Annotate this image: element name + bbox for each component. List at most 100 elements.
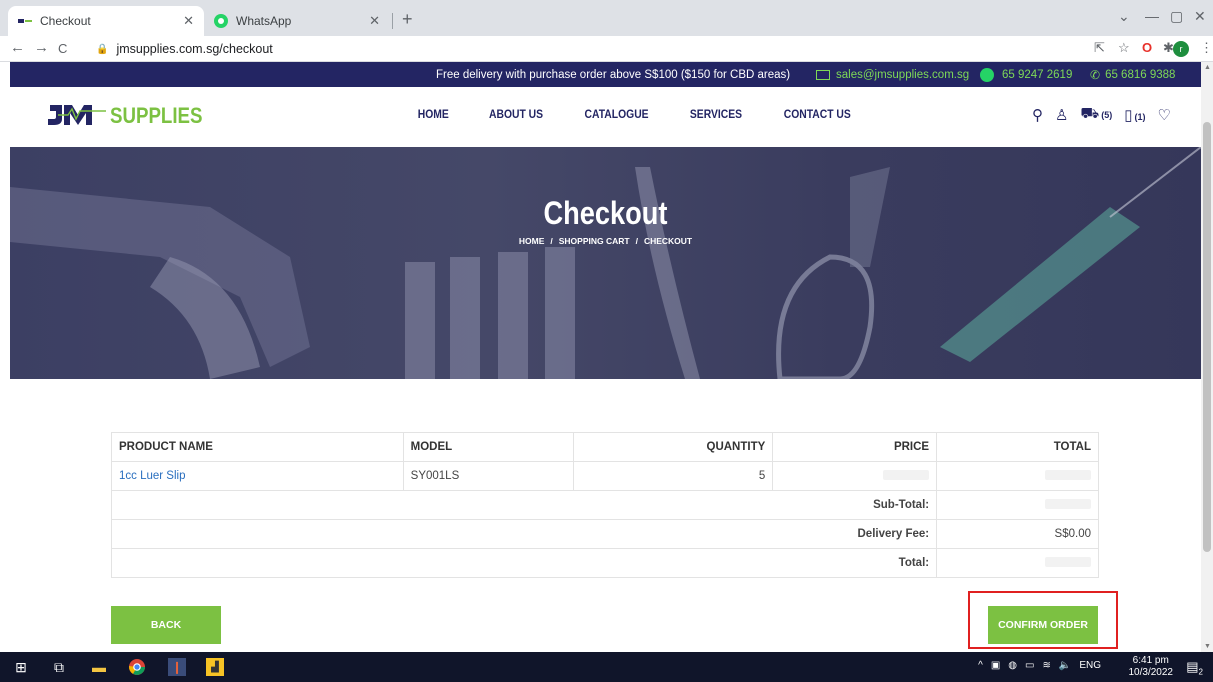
col-model: MODEL [402,432,575,462]
forward-arrow-icon[interactable]: → [34,39,49,56]
close-window-icon[interactable]: ✕ [1194,8,1206,25]
subtotal-value [936,490,1099,520]
col-quantity: QUANTITY [573,432,774,462]
phone-link[interactable]: ✆ 65 6816 9388 [1090,68,1175,82]
total-value [936,548,1099,578]
top-info-bar: Free delivery with purchase order above … [10,62,1201,87]
language-indicator[interactable]: ENG [1079,660,1101,671]
breadcrumb-shopping-cart[interactable]: SHOPPING CART [559,236,630,246]
tray-chevron-icon[interactable]: ^ [978,660,983,671]
table-row: 1cc Luer Slip SY001LS 5 [111,461,1099,491]
opera-extension-icon[interactable]: O [1142,40,1152,55]
nav-services[interactable]: SERVICES [690,109,742,121]
tab-divider [392,13,393,29]
tab-close-icon[interactable]: ✕ [369,13,380,29]
col-price: PRICE [772,432,938,462]
clock-date: 10/3/2022 [1128,667,1174,678]
page-scrollbar[interactable]: ▲ ▼ [1201,62,1213,652]
redacted-value [1045,556,1091,567]
document-icon: ▯ [1124,106,1133,124]
chrome-icon[interactable] [128,658,146,676]
task-view-icon[interactable]: ⧉ [50,658,68,676]
scroll-up-icon[interactable]: ▲ [1204,64,1211,71]
windows-start-icon[interactable]: ⊞ [12,658,30,676]
redacted-value [883,469,930,480]
nav-home[interactable]: HOME [418,109,449,121]
app-icon[interactable]: ❙ [168,658,186,676]
nav-contact-us[interactable]: CONTACT US [783,109,850,121]
cell-product: 1cc Luer Slip [111,461,404,491]
network-icon[interactable]: ◍ [1008,660,1017,671]
delivery-fee-value: S$0.00 [936,519,1099,549]
bookmark-star-icon[interactable]: ☆ [1118,40,1130,56]
phone-icon: ✆ [1090,67,1101,82]
order-summary-table: PRODUCT NAME MODEL QUANTITY PRICE TOTAL … [110,432,1099,578]
redacted-value [1045,469,1091,480]
new-tab-icon[interactable]: + [402,9,413,30]
menu-kebab-icon[interactable]: ⋮ [1200,40,1213,56]
lock-icon: 🔒 [96,43,109,55]
cell-price [772,461,938,491]
whatsapp-icon [980,67,994,82]
windows-taskbar: ⊞ ⧉ ▬ ❙ ▟ ^ ▣ ◍ ▭ ≋ 🔈 ENG 6:41 pm 10/3/2… [0,652,1213,682]
scrollbar-thumb[interactable] [1203,122,1211,552]
whatsapp-link[interactable]: 65 9247 2619 [980,67,1072,82]
wishlist-heart-icon[interactable]: ♡ [1158,106,1171,124]
product-link[interactable]: 1cc Luer Slip [119,470,185,482]
address-bar[interactable]: 🔒 jmsupplies.com.sg/checkout [96,38,1196,60]
breadcrumb-home[interactable]: HOME [519,236,545,246]
breadcrumb-checkout: CHECKOUT [643,236,693,246]
nav-catalogue[interactable]: CATALOGUE [584,109,648,121]
mail-icon [816,69,830,80]
tab-label: WhatsApp [236,14,292,28]
tab-whatsapp[interactable]: WhatsApp ✕ [204,6,390,36]
email-text: sales@jmsupplies.com.sg [836,68,970,81]
clock[interactable]: 6:41 pm 10/3/2022 [1129,655,1174,679]
breadcrumb: HOME / SHOPPING CART / CHECKOUT [518,236,693,246]
sticky-notes-icon[interactable]: ▟ [206,658,224,676]
quote-count: (1) [1134,111,1146,122]
page-title: Checkout [543,195,668,231]
notification-count: 2 [1198,667,1203,677]
clock-time: 6:41 pm [1132,655,1169,666]
total-label: Total: [110,548,938,578]
scroll-down-icon[interactable]: ▼ [1204,643,1211,650]
nav-about-us[interactable]: ABOUT US [489,109,543,121]
email-link[interactable]: sales@jmsupplies.com.sg [816,69,969,81]
col-total: TOTAL [936,432,1099,462]
volume-icon[interactable]: 🔈 [1059,660,1071,671]
tray-app-icon[interactable]: ▣ [991,660,1000,671]
phone-number: 65 6816 9388 [1105,68,1176,81]
share-icon[interactable]: ⇱ [1094,40,1105,56]
file-explorer-icon[interactable]: ▬ [90,658,108,676]
whatsapp-icon [214,14,228,28]
back-button[interactable]: BACK [111,606,221,644]
quote-link[interactable]: ▯ (1) [1124,106,1145,124]
maximize-icon[interactable]: ▢ [1170,8,1183,25]
battery-icon[interactable]: ▭ [1025,660,1034,671]
site-favicon-icon [18,14,32,28]
subtotal-row: Sub-Total: [110,490,1099,520]
wifi-icon[interactable]: ≋ [1042,660,1050,671]
logo-wordmark: SUPPLIES [110,103,203,128]
cart-icon: ⛟ [1080,105,1100,122]
reload-icon[interactable]: C [58,41,67,56]
total-row: Total: [110,548,1099,578]
logo-jm-mark-icon [48,105,106,125]
confirm-order-button[interactable]: CONFIRM ORDER [988,606,1098,644]
tab-checkout[interactable]: Checkout ✕ [8,6,204,36]
notification-center-icon[interactable]: ▤2 [1186,659,1203,677]
account-icon[interactable]: ♙ [1055,106,1068,124]
minimize-icon[interactable]: — [1145,8,1159,24]
tab-close-icon[interactable]: ✕ [183,13,194,29]
surgical-instruments-illustration [10,147,1201,379]
cart-link[interactable]: ⛟ (5) [1080,105,1112,124]
back-arrow-icon[interactable]: ← [10,39,25,56]
profile-avatar[interactable]: r [1173,41,1189,57]
search-icon[interactable]: ⚲ [1032,106,1043,124]
cell-model: SY001LS [402,461,575,491]
tab-search-icon[interactable]: ⌄ [1118,8,1130,25]
site-logo[interactable]: SUPPLIES [48,101,219,127]
delivery-fee-label: Delivery Fee: [110,519,938,549]
browser-toolbar: ← → C 🔒 jmsupplies.com.sg/checkout ⇱ ☆ O… [0,36,1213,62]
